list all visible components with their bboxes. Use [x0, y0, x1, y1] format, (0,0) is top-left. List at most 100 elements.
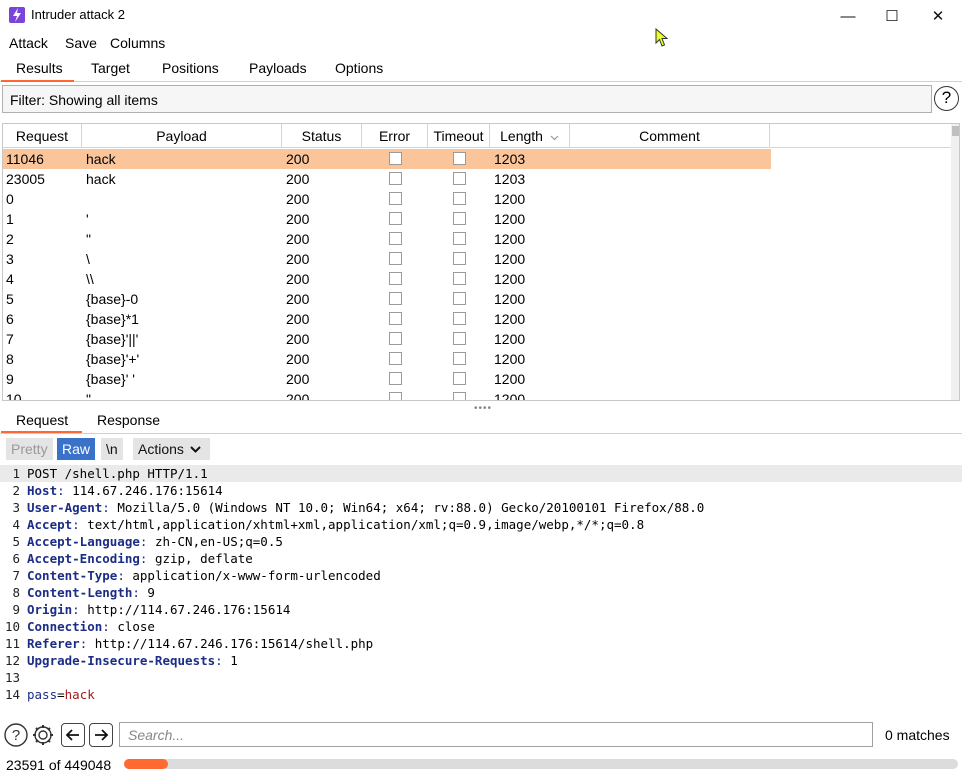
table-row[interactable]: 5 {base}-0 200 1200	[3, 289, 771, 309]
timeout-checkbox[interactable]	[453, 312, 466, 325]
body-param-equals: =	[57, 687, 65, 702]
col-status[interactable]: Status	[282, 124, 362, 148]
menu-attack[interactable]: Attack	[9, 35, 48, 51]
col-payload[interactable]: Payload	[82, 124, 282, 148]
timeout-checkbox[interactable]	[453, 232, 466, 245]
cell-length: 1200	[494, 391, 526, 401]
previous-match-button[interactable]	[61, 723, 85, 747]
timeout-checkbox[interactable]	[453, 152, 466, 165]
search-input[interactable]: Search...	[119, 722, 873, 747]
error-checkbox[interactable]	[389, 252, 402, 265]
table-row[interactable]: 6 {base}*1 200 1200	[3, 309, 771, 329]
table-row[interactable]: 11046 hack 200 1203	[3, 149, 771, 169]
attack-progress-bar	[124, 759, 958, 769]
next-match-button[interactable]	[89, 723, 113, 747]
error-checkbox[interactable]	[389, 192, 402, 205]
timeout-checkbox[interactable]	[453, 292, 466, 305]
error-checkbox[interactable]	[389, 172, 402, 185]
table-row[interactable]: 2 " 200 1200	[3, 229, 771, 249]
tab-target[interactable]: Target	[91, 60, 130, 76]
error-checkbox[interactable]	[389, 372, 402, 385]
table-row[interactable]: 7 {base}'||' 200 1200	[3, 329, 771, 349]
filter-bar[interactable]: Filter: Showing all items	[2, 85, 932, 113]
error-checkbox[interactable]	[389, 392, 402, 400]
tab-options[interactable]: Options	[335, 60, 383, 76]
error-checkbox[interactable]	[389, 152, 402, 165]
error-checkbox[interactable]	[389, 332, 402, 345]
tab-positions[interactable]: Positions	[162, 60, 219, 76]
timeout-checkbox[interactable]	[453, 372, 466, 385]
filter-help-icon[interactable]: ?	[934, 86, 959, 111]
minimize-button[interactable]: —	[825, 0, 871, 32]
table-row[interactable]: 10 " 200 1200	[3, 389, 771, 401]
menu-save[interactable]: Save	[65, 35, 97, 51]
sort-chevron-icon	[550, 135, 559, 141]
request-line: 5 Accept-Language: zh-CN,en-US;q=0.5	[0, 533, 962, 550]
request-line: 11 Referer: http://114.67.246.176:15614/s…	[0, 635, 962, 652]
line-number: 11	[4, 636, 20, 651]
table-row[interactable]: 1 ' 200 1200	[3, 209, 771, 229]
col-comment[interactable]: Comment	[570, 124, 770, 148]
timeout-checkbox[interactable]	[453, 352, 466, 365]
timeout-checkbox[interactable]	[453, 212, 466, 225]
request-line: 7 Content-Type: application/x-www-form-ur…	[0, 567, 962, 584]
newline-toggle-button[interactable]: \n	[101, 438, 123, 460]
timeout-checkbox[interactable]	[453, 252, 466, 265]
gear-icon[interactable]	[31, 723, 55, 747]
menu-columns[interactable]: Columns	[110, 35, 165, 51]
help-icon[interactable]: ?	[4, 723, 28, 747]
tab-payloads[interactable]: Payloads	[249, 60, 307, 76]
cell-length: 1200	[494, 351, 526, 367]
timeout-checkbox[interactable]	[453, 272, 466, 285]
col-length[interactable]: Length	[490, 124, 570, 148]
burp-bolt-icon	[9, 7, 25, 23]
cell-request: 8	[6, 351, 14, 367]
line-number: 14	[4, 687, 20, 702]
timeout-checkbox[interactable]	[453, 192, 466, 205]
cell-status: 200	[286, 271, 310, 287]
pretty-button[interactable]: Pretty	[6, 438, 53, 460]
error-checkbox[interactable]	[389, 232, 402, 245]
line-content: pass=hack	[27, 686, 95, 703]
match-count: 0 matches	[885, 727, 950, 743]
header-value: 9	[139, 585, 155, 600]
table-scrollbar[interactable]	[951, 124, 959, 400]
error-checkbox[interactable]	[389, 212, 402, 225]
cell-request: 9	[6, 371, 14, 387]
actions-button[interactable]: Actions	[133, 438, 210, 460]
line-content: Origin: http://114.67.246.176:15614	[27, 601, 290, 618]
header-value: http://114.67.246.176:15614/shell.php	[87, 636, 374, 651]
message-tabs: Request Response	[0, 408, 962, 434]
header-value: close	[109, 619, 155, 634]
line-content: Connection: close	[27, 618, 155, 635]
tab-request[interactable]: Request	[16, 412, 68, 428]
table-row[interactable]: 23005 hack 200 1203	[3, 169, 771, 189]
close-button[interactable]: ✕	[915, 0, 961, 32]
error-checkbox[interactable]	[389, 272, 402, 285]
tab-response[interactable]: Response	[97, 412, 160, 428]
error-checkbox[interactable]	[389, 312, 402, 325]
table-row[interactable]: 0 200 1200	[3, 189, 771, 209]
col-request[interactable]: Request	[3, 124, 82, 148]
request-line-text: POST /shell.php HTTP/1.1	[27, 466, 208, 481]
table-row[interactable]: 3 \ 200 1200	[3, 249, 771, 269]
tab-results[interactable]: Results	[16, 60, 63, 76]
maximize-button[interactable]: ☐	[869, 0, 915, 32]
timeout-checkbox[interactable]	[453, 392, 466, 400]
request-line: 6 Accept-Encoding: gzip, deflate	[0, 550, 962, 567]
timeout-checkbox[interactable]	[453, 172, 466, 185]
request-editor[interactable]: 1 POST /shell.php HTTP/1.1 2 Host: 114.67.2…	[0, 465, 962, 717]
error-checkbox[interactable]	[389, 352, 402, 365]
scrollbar-thumb[interactable]	[952, 126, 959, 136]
col-error[interactable]: Error	[362, 124, 428, 148]
raw-button[interactable]: Raw	[57, 438, 96, 460]
error-checkbox[interactable]	[389, 292, 402, 305]
body-param-value: hack	[64, 687, 95, 702]
table-row[interactable]: 9 {base}' ' 200 1200	[3, 369, 771, 389]
col-timeout[interactable]: Timeout	[428, 124, 490, 148]
line-content: POST /shell.php HTTP/1.1	[27, 465, 208, 482]
timeout-checkbox[interactable]	[453, 332, 466, 345]
header-colon: :	[117, 568, 125, 583]
table-row[interactable]: 4 \\ 200 1200	[3, 269, 771, 289]
table-row[interactable]: 8 {base}'+' 200 1200	[3, 349, 771, 369]
